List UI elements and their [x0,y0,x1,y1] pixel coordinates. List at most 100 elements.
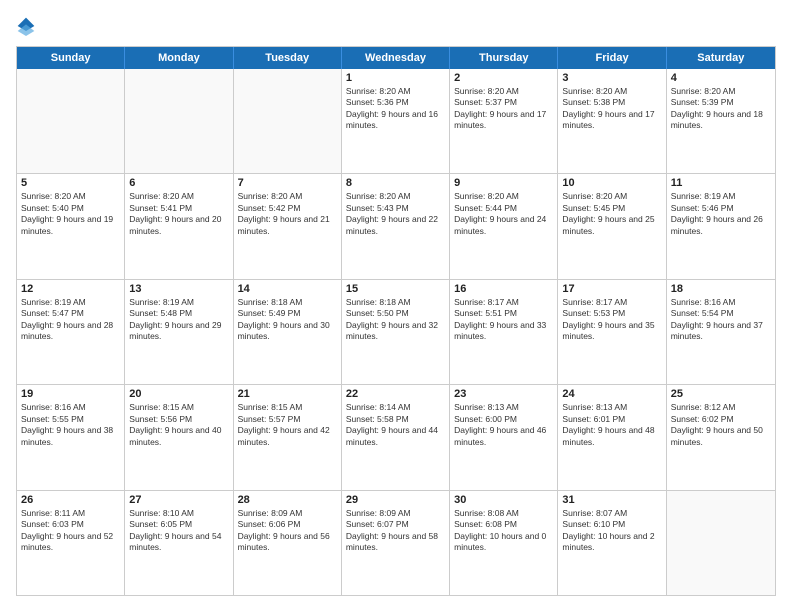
day-number: 26 [21,494,120,506]
calendar-cell: 13 Sunrise: 8:19 AM Sunset: 5:48 PM Dayli… [125,280,233,384]
calendar-cell: 18 Sunrise: 8:16 AM Sunset: 5:54 PM Dayli… [667,280,775,384]
calendar-cell: 17 Sunrise: 8:17 AM Sunset: 5:53 PM Dayli… [558,280,666,384]
cell-info: Sunrise: 8:20 AM Sunset: 5:42 PM Dayligh… [238,191,337,237]
day-number: 23 [454,388,553,400]
calendar-header: SundayMondayTuesdayWednesdayThursdayFrid… [17,47,775,69]
calendar-cell: 23 Sunrise: 8:13 AM Sunset: 6:00 PM Dayli… [450,385,558,489]
day-number: 14 [238,283,337,295]
cell-info: Sunrise: 8:20 AM Sunset: 5:38 PM Dayligh… [562,86,661,132]
cell-info: Sunrise: 8:20 AM Sunset: 5:37 PM Dayligh… [454,86,553,132]
calendar-row-2: 12 Sunrise: 8:19 AM Sunset: 5:47 PM Dayli… [17,280,775,385]
day-number: 25 [671,388,771,400]
calendar: SundayMondayTuesdayWednesdayThursdayFrid… [16,46,776,596]
day-number: 7 [238,177,337,189]
calendar-cell: 3 Sunrise: 8:20 AM Sunset: 5:38 PM Daylig… [558,69,666,173]
day-number: 29 [346,494,445,506]
calendar-cell [667,491,775,595]
day-number: 18 [671,283,771,295]
day-number: 3 [562,72,661,84]
day-number: 17 [562,283,661,295]
logo-icon [16,16,36,36]
day-number: 16 [454,283,553,295]
cell-info: Sunrise: 8:18 AM Sunset: 5:49 PM Dayligh… [238,297,337,343]
day-number: 12 [21,283,120,295]
header-day-saturday: Saturday [667,47,775,69]
calendar-cell [234,69,342,173]
cell-info: Sunrise: 8:20 AM Sunset: 5:41 PM Dayligh… [129,191,228,237]
day-number: 2 [454,72,553,84]
day-number: 11 [671,177,771,189]
calendar-cell: 28 Sunrise: 8:09 AM Sunset: 6:06 PM Dayli… [234,491,342,595]
calendar-row-1: 5Sunrise: 8:20 AM Sunset: 5:40 PM Daylig… [17,174,775,279]
cell-info: Sunrise: 8:20 AM Sunset: 5:44 PM Dayligh… [454,191,553,237]
day-number: 6 [129,177,228,189]
calendar-row-3: 19 Sunrise: 8:16 AM Sunset: 5:55 PM Dayli… [17,385,775,490]
calendar-cell: 20Sunrise: 8:15 AM Sunset: 5:56 PM Dayli… [125,385,233,489]
cell-info: Sunrise: 8:19 AM Sunset: 5:46 PM Dayligh… [671,191,771,237]
calendar-cell: 27 Sunrise: 8:10 AM Sunset: 6:05 PM Dayli… [125,491,233,595]
cell-info: Sunrise: 8:08 AM Sunset: 6:08 PM Dayligh… [454,508,553,554]
day-number: 4 [671,72,771,84]
header-day-wednesday: Wednesday [342,47,450,69]
calendar-cell: 6 Sunrise: 8:20 AM Sunset: 5:41 PM Daylig… [125,174,233,278]
cell-info: Sunrise: 8:16 AM Sunset: 5:54 PM Dayligh… [671,297,771,343]
calendar-cell: 22Sunrise: 8:14 AM Sunset: 5:58 PM Dayli… [342,385,450,489]
cell-info: Sunrise: 8:20 AM Sunset: 5:45 PM Dayligh… [562,191,661,237]
cell-info: Sunrise: 8:09 AM Sunset: 6:07 PM Dayligh… [346,508,445,554]
calendar-cell [125,69,233,173]
calendar-cell: 5Sunrise: 8:20 AM Sunset: 5:40 PM Daylig… [17,174,125,278]
cell-info: Sunrise: 8:12 AM Sunset: 6:02 PM Dayligh… [671,402,771,448]
calendar-cell: 12 Sunrise: 8:19 AM Sunset: 5:47 PM Dayli… [17,280,125,384]
calendar-cell: 14 Sunrise: 8:18 AM Sunset: 5:49 PM Dayli… [234,280,342,384]
cell-info: Sunrise: 8:15 AM Sunset: 5:56 PM Dayligh… [129,402,228,448]
cell-info: Sunrise: 8:15 AM Sunset: 5:57 PM Dayligh… [238,402,337,448]
cell-info: Sunrise: 8:17 AM Sunset: 5:53 PM Dayligh… [562,297,661,343]
day-number: 1 [346,72,445,84]
day-number: 21 [238,388,337,400]
cell-info: Sunrise: 8:17 AM Sunset: 5:51 PM Dayligh… [454,297,553,343]
calendar-cell: 25 Sunrise: 8:12 AM Sunset: 6:02 PM Dayli… [667,385,775,489]
day-number: 30 [454,494,553,506]
cell-info: Sunrise: 8:19 AM Sunset: 5:47 PM Dayligh… [21,297,120,343]
logo [16,16,40,36]
day-number: 10 [562,177,661,189]
day-number: 31 [562,494,661,506]
day-number: 13 [129,283,228,295]
calendar-cell: 8Sunrise: 8:20 AM Sunset: 5:43 PM Daylig… [342,174,450,278]
calendar-cell: 21 Sunrise: 8:15 AM Sunset: 5:57 PM Dayli… [234,385,342,489]
calendar-cell: 24Sunrise: 8:13 AM Sunset: 6:01 PM Dayli… [558,385,666,489]
page: SundayMondayTuesdayWednesdayThursdayFrid… [0,0,792,612]
cell-info: Sunrise: 8:13 AM Sunset: 6:00 PM Dayligh… [454,402,553,448]
calendar-cell: 7 Sunrise: 8:20 AM Sunset: 5:42 PM Daylig… [234,174,342,278]
cell-info: Sunrise: 8:09 AM Sunset: 6:06 PM Dayligh… [238,508,337,554]
calendar-cell: 26 Sunrise: 8:11 AM Sunset: 6:03 PM Dayli… [17,491,125,595]
day-number: 28 [238,494,337,506]
cell-info: Sunrise: 8:20 AM Sunset: 5:36 PM Dayligh… [346,86,445,132]
header-day-sunday: Sunday [17,47,125,69]
day-number: 27 [129,494,228,506]
day-number: 15 [346,283,445,295]
calendar-cell: 29 Sunrise: 8:09 AM Sunset: 6:07 PM Dayli… [342,491,450,595]
calendar-cell: 16 Sunrise: 8:17 AM Sunset: 5:51 PM Dayli… [450,280,558,384]
cell-info: Sunrise: 8:19 AM Sunset: 5:48 PM Dayligh… [129,297,228,343]
cell-info: Sunrise: 8:10 AM Sunset: 6:05 PM Dayligh… [129,508,228,554]
cell-info: Sunrise: 8:11 AM Sunset: 6:03 PM Dayligh… [21,508,120,554]
calendar-row-4: 26 Sunrise: 8:11 AM Sunset: 6:03 PM Dayli… [17,491,775,595]
day-number: 24 [562,388,661,400]
calendar-cell: 10 Sunrise: 8:20 AM Sunset: 5:45 PM Dayli… [558,174,666,278]
day-number: 5 [21,177,120,189]
cell-info: Sunrise: 8:07 AM Sunset: 6:10 PM Dayligh… [562,508,661,554]
day-number: 19 [21,388,120,400]
calendar-body: 1 Sunrise: 8:20 AM Sunset: 5:36 PM Daylig… [17,69,775,595]
header-day-thursday: Thursday [450,47,558,69]
calendar-cell [17,69,125,173]
calendar-cell: 4Sunrise: 8:20 AM Sunset: 5:39 PM Daylig… [667,69,775,173]
header-day-monday: Monday [125,47,233,69]
calendar-row-0: 1 Sunrise: 8:20 AM Sunset: 5:36 PM Daylig… [17,69,775,174]
calendar-cell: 30 Sunrise: 8:08 AM Sunset: 6:08 PM Dayli… [450,491,558,595]
calendar-cell: 2 Sunrise: 8:20 AM Sunset: 5:37 PM Daylig… [450,69,558,173]
calendar-cell: 1 Sunrise: 8:20 AM Sunset: 5:36 PM Daylig… [342,69,450,173]
cell-info: Sunrise: 8:16 AM Sunset: 5:55 PM Dayligh… [21,402,120,448]
calendar-cell: 9Sunrise: 8:20 AM Sunset: 5:44 PM Daylig… [450,174,558,278]
day-number: 22 [346,388,445,400]
